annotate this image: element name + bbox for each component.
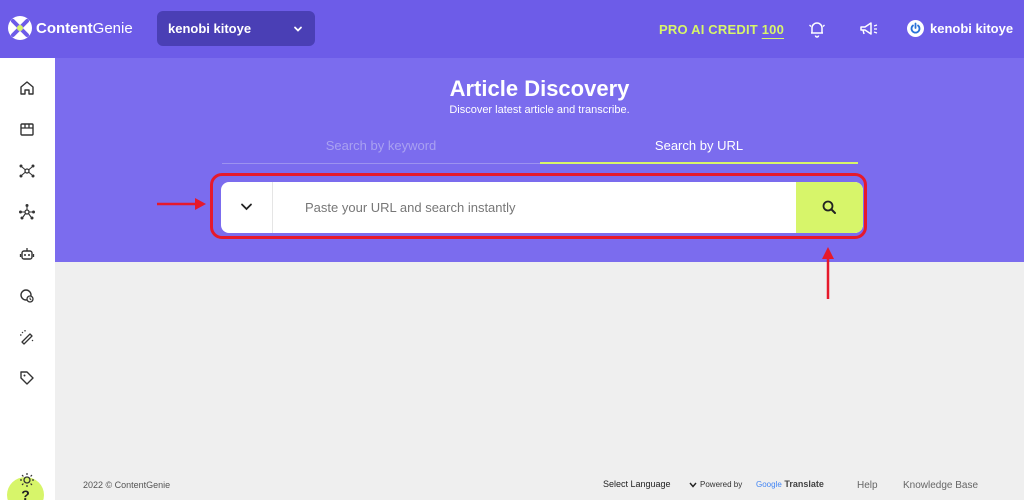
page-title: Article Discovery [449,76,630,101]
store-icon[interactable] [18,120,36,138]
knowledge-base-link[interactable]: Knowledge Base [903,480,978,491]
brand-name: ContentGenie [36,19,133,37]
user-menu[interactable]: kenobi kitoye [907,20,1013,37]
powered-by: Powered by [689,480,742,489]
search-doc-icon[interactable] [18,287,36,305]
url-search-input[interactable] [281,182,791,233]
url-search-bar [221,182,863,233]
chevron-down-icon [241,203,252,211]
sun-icon[interactable] [18,471,36,489]
powered-by-label: Powered by [700,480,743,489]
annotation-arrow-right [157,197,207,216]
workspace-selector[interactable]: kenobi kitoye [157,11,315,46]
search-type-dropdown[interactable] [221,182,273,233]
select-language[interactable]: Select Language [603,479,671,489]
annotation-arrow-up [821,246,835,305]
credit-value: 100 [761,22,785,37]
workspace-label: kenobi kitoye [168,21,252,36]
google-logo-text: Google [756,480,782,489]
article-discovery-panel: Article Discovery Discover latest articl… [55,58,1024,262]
chevron-down-icon [689,482,697,488]
credit-label: PRO AI CREDIT [659,22,758,37]
translate-label: Translate [784,479,824,489]
search-icon [822,200,836,214]
tag-icon[interactable] [18,369,36,387]
tab-search-by-keyword[interactable]: Search by keyword [222,137,540,164]
footer: 2022 © ContentGenie Select Language Powe… [55,476,1024,494]
search-tabs: Search by keyword Search by URL [222,137,858,164]
app-logo[interactable]: ContentGenie [8,16,133,40]
home-icon[interactable] [18,79,36,97]
chevron-down-icon [293,22,303,37]
search-highlight-box [210,173,867,239]
page-subtitle: Discover latest article and transcribe. [449,104,630,116]
magic-pen-icon[interactable] [18,328,36,346]
network-icon[interactable] [18,162,36,180]
logo-icon [8,16,32,40]
user-name: kenobi kitoye [930,21,1014,36]
search-button[interactable] [796,182,863,233]
copyright: 2022 © ContentGenie [83,480,171,490]
bell-icon[interactable] [807,19,827,44]
megaphone-icon[interactable] [859,20,879,43]
ai-credit[interactable]: PRO AI CREDIT 100 [659,22,784,37]
help-link[interactable]: Help [857,480,878,491]
google-translate[interactable]: Google Translate [756,479,824,489]
sidebar: ? [0,58,55,500]
robot-icon[interactable] [18,245,36,263]
tab-search-by-url[interactable]: Search by URL [540,137,858,164]
top-bar: ContentGenie kenobi kitoye PRO AI CREDIT… [0,0,1024,58]
power-icon [907,20,924,37]
network-alt-icon[interactable] [18,203,36,221]
